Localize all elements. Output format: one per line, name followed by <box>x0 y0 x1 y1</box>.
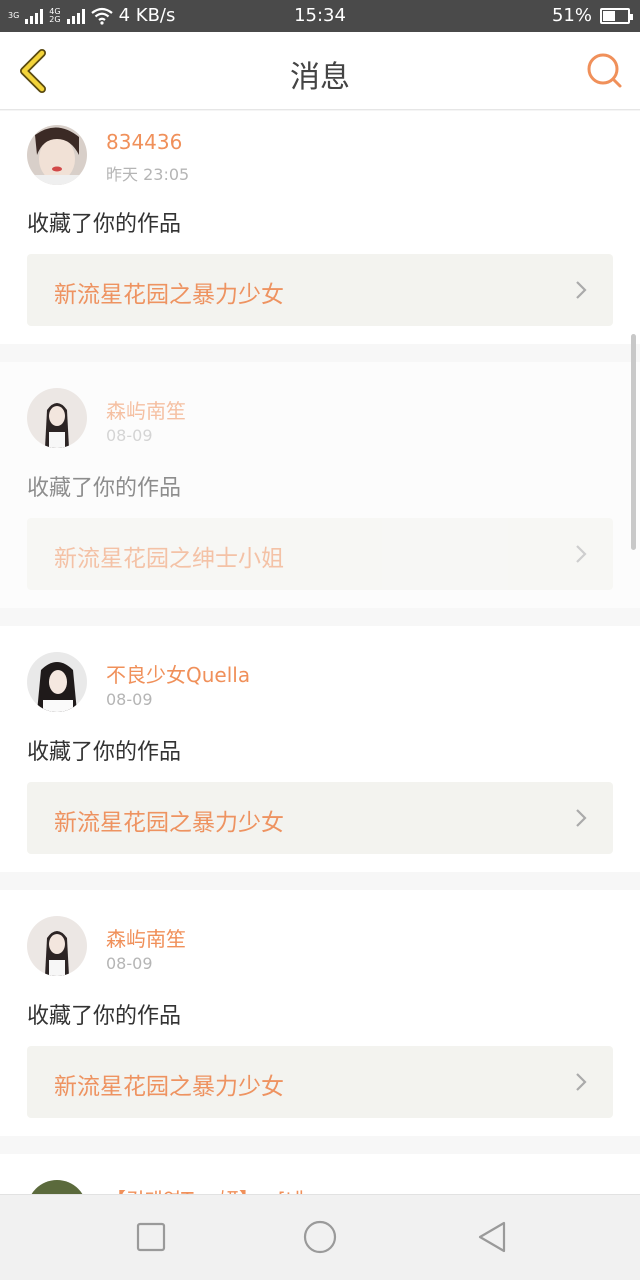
scrollbar[interactable] <box>631 334 636 550</box>
triangle-back-icon[interactable] <box>474 1219 510 1255</box>
circle-icon[interactable] <box>300 1217 340 1257</box>
page-title: 消息 <box>290 60 350 95</box>
user-avatar[interactable] <box>27 125 87 185</box>
battery-icon <box>600 7 633 24</box>
work-link[interactable]: 新流星花园之暴力少女 <box>27 782 613 854</box>
user-name[interactable]: 森屿南笙 <box>106 923 186 952</box>
user-name[interactable]: 【김태연T····妍】 · [네 <box>106 1184 304 1194</box>
clock: 15:34 <box>294 5 346 26</box>
work-link[interactable]: 新流星花园之暴力少女 <box>27 1046 613 1118</box>
notification-list[interactable]: 834436 昨天 23:05 收藏了你的作品 新流星花园之暴力少女 森屿南笙 … <box>0 111 640 1194</box>
notification-action: 收藏了你的作品 <box>27 212 182 237</box>
square-icon[interactable] <box>133 1219 169 1255</box>
user-name[interactable]: 不良少女Quella <box>106 659 250 688</box>
notification-card: 834436 昨天 23:05 收藏了你的作品 新流星花园之暴力少女 <box>0 111 640 344</box>
work-title: 新流星花园之暴力少女 <box>54 282 284 308</box>
user-avatar[interactable] <box>27 1180 87 1194</box>
user-avatar[interactable] <box>27 388 87 448</box>
battery-level <box>603 10 615 21</box>
notification-card: 森屿南笙 08-09 收藏了你的作品 新流星花园之绅士小姐 <box>0 362 640 608</box>
chevron-right-icon <box>576 809 587 827</box>
notification-action: 收藏了你的作品 <box>27 740 182 765</box>
notification-card: 不良少女Quella 08-09 收藏了你的作品 新流星花园之暴力少女 <box>0 626 640 872</box>
notification-time: 08-09 <box>106 954 153 973</box>
chevron-right-icon <box>576 1073 587 1091</box>
user-name[interactable]: 834436 <box>106 130 182 154</box>
chevron-right-icon <box>576 281 587 299</box>
work-link[interactable]: 新流星花园之暴力少女 <box>27 254 613 326</box>
battery-percent: 51% <box>551 5 592 26</box>
notification-time: 08-09 <box>106 426 153 445</box>
notification-card: 森屿南笙 08-09 收藏了你的作品 新流星花园之暴力少女 <box>0 890 640 1136</box>
status-bar: 3G 4G 2G 4 KB/s 15:34 51% <box>0 0 640 32</box>
work-link[interactable]: 新流星花园之绅士小姐 <box>27 518 613 590</box>
notification-card: 【김태연T····妍】 · [네 <box>0 1154 640 1194</box>
user-avatar[interactable] <box>27 652 87 712</box>
work-title: 新流星花园之绅士小姐 <box>54 546 284 572</box>
search-icon[interactable] <box>586 52 624 90</box>
work-title: 新流星花园之暴力少女 <box>54 1074 284 1100</box>
notification-action: 收藏了你的作品 <box>27 476 182 501</box>
notification-time: 08-09 <box>106 690 153 709</box>
system-nav-bar <box>0 1194 640 1280</box>
chevron-right-icon <box>576 545 587 563</box>
notification-time: 昨天 23:05 <box>106 165 190 184</box>
user-name[interactable]: 森屿南笙 <box>106 395 186 424</box>
user-avatar[interactable] <box>27 916 87 976</box>
app-header: 消息 <box>0 32 640 110</box>
work-title: 新流星花园之暴力少女 <box>54 810 284 836</box>
notification-action: 收藏了你的作品 <box>27 1004 182 1029</box>
